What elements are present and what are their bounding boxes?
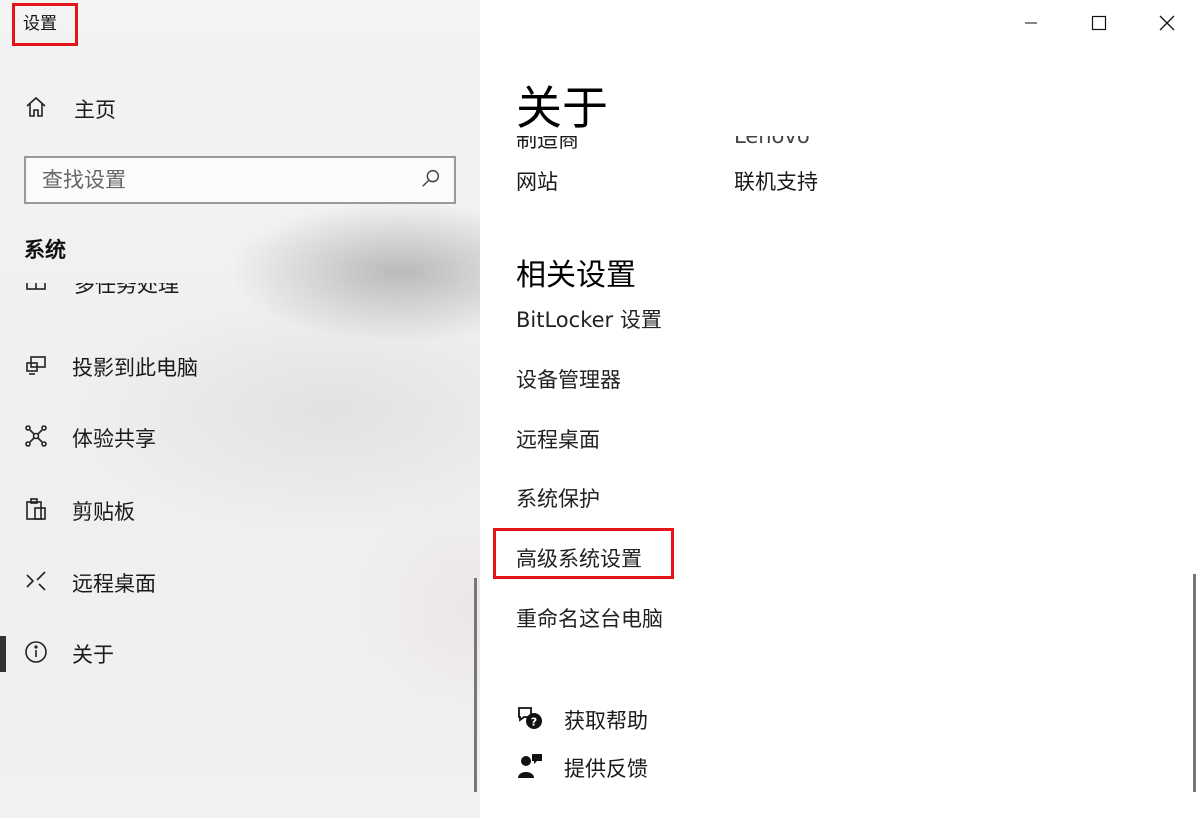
support-link[interactable]: 联机支持 [734, 166, 818, 196]
link-bitlocker[interactable]: BitLocker 设置 [516, 304, 662, 334]
feedback-link[interactable]: 提供反馈 [516, 752, 648, 784]
spec-value: Lenovo [734, 136, 810, 148]
link-system-protection[interactable]: 系统保护 [516, 483, 600, 513]
sidebar-item-label: 投影到此电脑 [72, 356, 198, 380]
sidebar-item-about[interactable]: 关于 [24, 637, 114, 671]
sidebar-item-clipboard[interactable]: 剪贴板 [24, 494, 135, 528]
app-title: 设置 [12, 3, 78, 46]
link-remote-desktop[interactable]: 远程桌面 [516, 424, 600, 454]
spec-row-website: 网站 联机支持 [516, 166, 818, 196]
remote-desktop-icon [24, 569, 48, 597]
search-icon[interactable] [420, 167, 442, 193]
sidebar-item-label: 体验共享 [72, 427, 156, 451]
minimize-button[interactable] [997, 0, 1065, 50]
search-box[interactable] [24, 156, 456, 204]
projector-icon [24, 353, 48, 381]
page-title: 关于 [516, 80, 816, 136]
link-rename-pc[interactable]: 重命名这台电脑 [516, 603, 663, 633]
spec-label: 网站 [516, 170, 558, 194]
clipboard-icon [24, 497, 48, 525]
spec-row-manufacturer: 制造商 Lenovo [516, 136, 916, 158]
sidebar-item-label: 主页 [74, 98, 116, 122]
maximize-button[interactable] [1065, 0, 1133, 50]
maximize-icon [1091, 15, 1107, 35]
sidebar-item-label: 剪贴板 [72, 500, 135, 524]
help-chat-icon: ? [516, 704, 544, 736]
related-settings-title: 相关设置 [516, 258, 636, 293]
home-icon [24, 95, 48, 123]
link-device-manager[interactable]: 设备管理器 [516, 364, 621, 394]
active-indicator [0, 636, 6, 672]
feedback-icon [516, 752, 544, 784]
sidebar-item-label: 远程桌面 [72, 572, 156, 596]
sidebar-item-label: 多任务处理 [74, 283, 179, 297]
sidebar-item-multitasking[interactable]: 多任务处理 [24, 283, 224, 305]
sidebar-item-shared-experiences[interactable]: 体验共享 [24, 421, 156, 455]
search-input[interactable] [42, 168, 402, 192]
link-advanced-system-settings[interactable]: 高级系统设置 [516, 543, 642, 573]
main-scrollbar[interactable] [1193, 574, 1196, 792]
feedback-label: 提供反馈 [564, 757, 648, 781]
sidebar: 设置 主页 系统 多任务处理 [0, 0, 480, 818]
close-button[interactable] [1133, 0, 1201, 50]
sidebar-item-home[interactable]: 主页 [24, 92, 116, 126]
get-help-link[interactable]: ? 获取帮助 [516, 704, 648, 736]
sidebar-item-label: 关于 [72, 643, 114, 667]
close-icon [1158, 14, 1176, 36]
section-label: 系统 [24, 238, 66, 262]
multitasking-icon [24, 283, 48, 298]
svg-text:?: ? [531, 716, 537, 729]
help-label: 获取帮助 [564, 709, 648, 733]
sidebar-item-remote-desktop[interactable]: 远程桌面 [24, 566, 156, 600]
share-network-icon [24, 424, 48, 452]
sidebar-item-projection[interactable]: 投影到此电脑 [24, 350, 198, 384]
sidebar-scrollbar[interactable] [474, 578, 477, 792]
spec-label: 制造商 [516, 136, 579, 152]
window-controls [997, 0, 1201, 50]
info-icon [24, 640, 48, 668]
main-content: 关于 制造商 Lenovo 网站 联机支持 相关设置 BitLocker 设置 … [480, 0, 1201, 818]
minimize-icon [1023, 15, 1039, 35]
